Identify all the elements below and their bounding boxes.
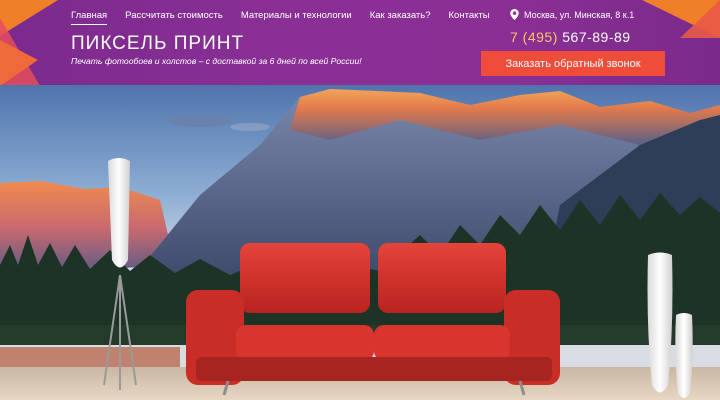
phone-digits: 567-89-89 — [562, 29, 631, 45]
interior-mountain-scene — [0, 85, 720, 400]
location-pin-icon — [510, 9, 519, 20]
decorative-triangle — [680, 0, 720, 38]
main-nav: Главная Рассчитать стоимость Материалы и… — [71, 10, 508, 25]
nav-item-calculate[interactable]: Рассчитать стоимость — [125, 10, 223, 25]
hero-image — [0, 85, 720, 400]
phone-number[interactable]: 7 (495) 567-89-89 — [510, 29, 631, 45]
decorative-triangle — [0, 40, 38, 85]
phone-code: 7 (495) — [510, 29, 558, 45]
brand-logo-text[interactable]: ПИКСЕЛЬ ПРИНТ — [71, 33, 244, 55]
nav-item-home[interactable]: Главная — [71, 10, 108, 25]
site-header: Главная Рассчитать стоимость Материалы и… — [0, 0, 720, 85]
nav-item-how-to-order[interactable]: Как заказать? — [370, 10, 431, 25]
brand-tagline: Печать фотообоев и холстов – с доставкой… — [71, 56, 362, 66]
address-text: Москва, ул. Минская, 8 к.1 — [524, 9, 635, 20]
nav-item-contacts[interactable]: Контакты — [449, 10, 490, 25]
callback-button[interactable]: Заказать обратный звонок — [481, 51, 665, 76]
address: Москва, ул. Минская, 8 к.1 — [510, 9, 634, 20]
nav-item-materials[interactable]: Материалы и технологии — [241, 10, 352, 25]
